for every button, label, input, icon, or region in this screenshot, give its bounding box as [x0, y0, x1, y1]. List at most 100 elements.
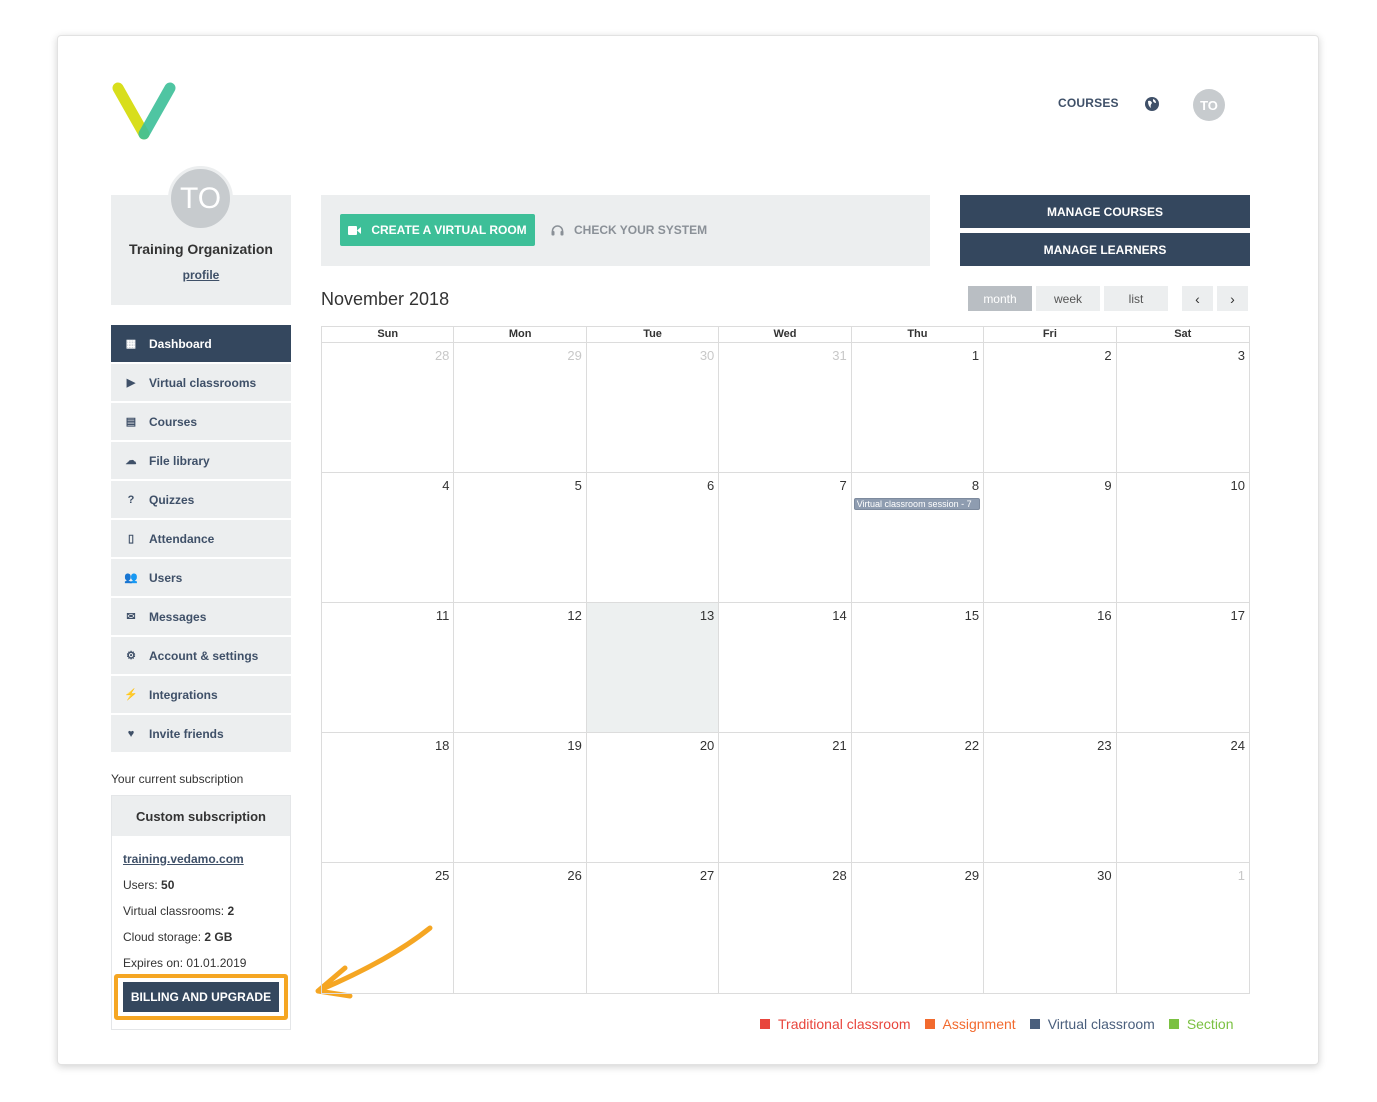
subscription-title: Custom subscription	[112, 796, 290, 836]
calendar-day[interactable]: 2	[984, 343, 1117, 473]
day-number: 5	[574, 478, 582, 493]
day-number: 12	[567, 608, 582, 623]
calendar-day[interactable]: 23	[984, 733, 1117, 863]
legend-item: Assignment	[924, 1016, 1016, 1032]
manage-courses-button[interactable]: MANAGE COURSES	[960, 195, 1250, 228]
calendar-day[interactable]: 5	[454, 473, 587, 603]
profile-link[interactable]: profile	[111, 268, 291, 282]
manage-learners-button[interactable]: MANAGE LEARNERS	[960, 233, 1250, 266]
subscription-classrooms: Virtual classrooms: 2	[123, 904, 235, 918]
billing-upgrade-button[interactable]: BILLING AND UPGRADE	[123, 982, 279, 1012]
calendar-day[interactable]: 16	[984, 603, 1117, 733]
globe-icon[interactable]	[1144, 96, 1160, 112]
day-number: 30	[699, 348, 715, 363]
day-number: 28	[434, 348, 450, 363]
calendar-day[interactable]: 22	[851, 733, 985, 863]
users-icon: 👥	[124, 572, 138, 584]
sidebar-item-dashboard[interactable]: ▦ Dashboard	[111, 325, 291, 362]
weekday-header: Thu	[852, 327, 985, 342]
sidebar-item-label: Invite friends	[149, 726, 224, 741]
day-number: 23	[1097, 738, 1112, 753]
subscription-label: Your current subscription	[111, 772, 244, 786]
calendar-day[interactable]: 12	[454, 603, 587, 733]
sidebar-item-courses[interactable]: ▤ Courses	[111, 403, 291, 440]
day-number: 3	[1237, 348, 1245, 363]
next-month-button[interactable]: ›	[1217, 286, 1248, 311]
sidebar-nav: ▦ Dashboard ▶ Virtual classrooms ▤ Courses ☁ Fi…	[111, 325, 291, 754]
view-list-button[interactable]: list	[1104, 286, 1168, 311]
calendar-day[interactable]: 28	[719, 863, 852, 993]
calendar-day[interactable]: 30	[984, 863, 1117, 993]
calendar-day[interactable]: 17	[1116, 603, 1249, 733]
video-camera-icon	[348, 225, 362, 235]
day-number: 1	[1237, 868, 1245, 883]
user-avatar[interactable]: TO	[1193, 89, 1225, 121]
calendar-day[interactable]: 6	[586, 473, 720, 603]
check-system-label: CHECK YOUR SYSTEM	[574, 223, 708, 237]
chevron-right-icon: ›	[1230, 290, 1235, 307]
calendar-day[interactable]: 15	[851, 603, 985, 733]
play-circle-icon: ▶	[126, 377, 136, 389]
day-number: 25	[434, 868, 450, 883]
sidebar-item-label: Users	[149, 570, 183, 585]
calendar-day[interactable]: 29	[852, 863, 985, 993]
view-week-button[interactable]: week	[1036, 286, 1100, 311]
view-month-button[interactable]: month	[968, 286, 1032, 311]
calendar-event[interactable]: Virtual classroom session - 7	[853, 498, 981, 510]
sidebar-item-virtual-classrooms[interactable]: ▶ Virtual classrooms	[111, 364, 291, 401]
calendar-day[interactable]: 25	[322, 863, 455, 993]
calendar-day[interactable]: 30	[586, 343, 720, 473]
weekday-header: Wed	[719, 327, 852, 342]
courses-nav-link[interactable]: COURSES	[1058, 96, 1119, 110]
calendar-day[interactable]: 21	[719, 733, 852, 863]
calendar-title: November 2018	[321, 289, 450, 309]
weekday-header: Mon	[454, 327, 587, 342]
check-system-link[interactable]: CHECK YOUR SYSTEM	[551, 223, 707, 237]
calendar-day[interactable]: 27	[587, 863, 720, 993]
calendar-body: 28 29 30 31 1 2 3 4 5 6 7 8 Virtual classroom sessio…	[322, 343, 1249, 993]
sidebar-item-label: Courses	[149, 414, 198, 429]
calendar-day[interactable]: 24	[1116, 733, 1249, 863]
cloud-icon: ☁	[125, 455, 137, 467]
calendar-day[interactable]: 29	[454, 343, 587, 473]
day-number: 8	[971, 478, 980, 493]
prev-month-button[interactable]: ‹	[1182, 286, 1213, 311]
calendar-day[interactable]: 10	[1116, 473, 1249, 603]
calendar-day[interactable]: 1	[851, 343, 985, 473]
sidebar-item-quizzes[interactable]: ? Quizzes	[111, 481, 291, 518]
calendar-day[interactable]: 9	[984, 473, 1117, 603]
sidebar-item-file-library[interactable]: ☁ File library	[111, 442, 291, 479]
chevron-left-icon: ‹	[1195, 290, 1200, 307]
calendar-day[interactable]: 4	[322, 473, 455, 603]
calendar-day[interactable]: 7	[719, 473, 852, 603]
day-number: 14	[832, 608, 847, 623]
sidebar-item-integrations[interactable]: ⚡ Integrations	[111, 676, 291, 713]
subscription-domain-link[interactable]: training.vedamo.com	[123, 852, 244, 866]
calendar-day[interactable]: 26	[454, 863, 587, 993]
legend-label: Traditional classroom	[778, 1016, 911, 1032]
legend-item: Traditional classroom	[760, 1016, 911, 1032]
sidebar-item-attendance[interactable]: ▯ Attendance	[111, 520, 291, 557]
calendar-day[interactable]: 3	[1116, 343, 1249, 473]
calendar-day[interactable]: 8 Virtual classroom session - 7	[851, 473, 985, 603]
calendar-day[interactable]: 18	[322, 733, 455, 863]
create-virtual-room-button[interactable]: CREATE A VIRTUAL ROOM	[340, 214, 535, 246]
calendar-day[interactable]: 31	[719, 343, 852, 473]
weekday-header: Fri	[984, 327, 1117, 342]
vedamo-logo[interactable]	[110, 80, 178, 142]
day-number: 4	[442, 478, 450, 493]
sidebar-item-users[interactable]: 👥 Users	[111, 559, 291, 596]
day-number: 29	[964, 868, 980, 883]
calendar-day[interactable]: 11	[322, 603, 455, 733]
calendar-day[interactable]: 19	[454, 733, 587, 863]
calendar-day[interactable]: 14	[719, 603, 852, 733]
day-number: 29	[567, 348, 582, 363]
sidebar-item-messages[interactable]: ✉ Messages	[111, 598, 291, 635]
sidebar-item-label: Messages	[149, 609, 207, 624]
sidebar-item-account-settings[interactable]: ⚙ Account & settings	[111, 637, 291, 674]
sidebar-item-invite-friends[interactable]: ♥ Invite friends	[111, 715, 291, 752]
calendar-day[interactable]: 1	[1117, 863, 1249, 993]
calendar-day[interactable]: 28	[322, 343, 455, 473]
calendar-day-today[interactable]: 13	[586, 603, 720, 733]
calendar-day[interactable]: 20	[586, 733, 720, 863]
